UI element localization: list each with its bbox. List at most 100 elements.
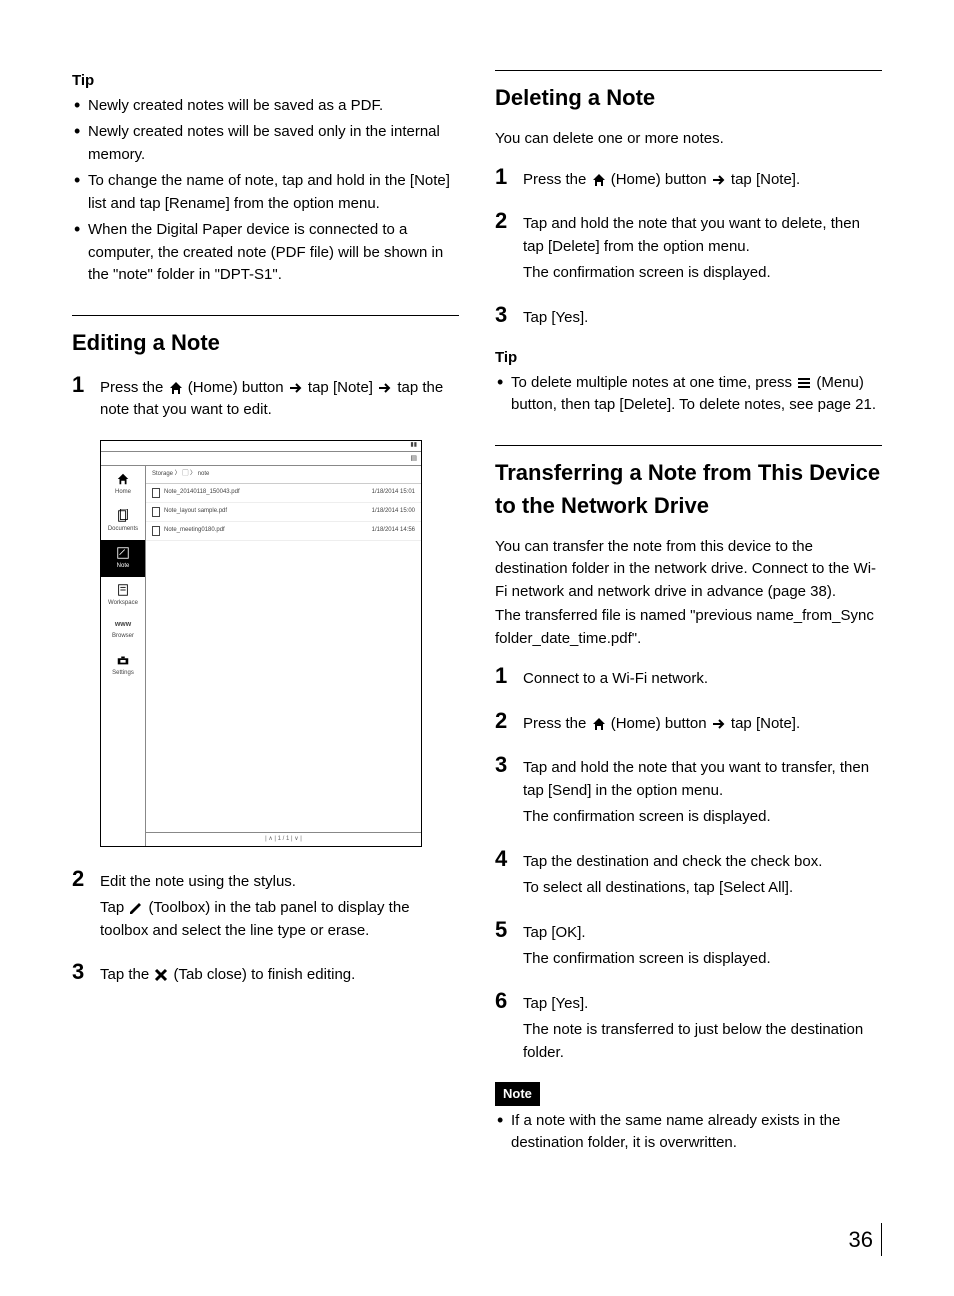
step-body: Edit the note using the stylus. Tap (Too… (100, 867, 459, 947)
text: Edit the note using the stylus. (100, 871, 459, 894)
deleting-heading: Deleting a Note (495, 81, 882, 114)
text: (Toolbox) in the tab panel to display th… (100, 899, 410, 939)
step-number: 3 (495, 753, 523, 777)
text: The confirmation screen is displayed. (523, 806, 882, 829)
device-content: Storage 〉 ▢ 〉 note Note_20140118_150043.… (146, 466, 421, 846)
text: Tap and hold the note that you want to t… (523, 757, 882, 802)
step-number: 2 (72, 867, 100, 891)
sidebar-workspace: Workspace (101, 577, 145, 614)
step-number: 4 (495, 847, 523, 871)
editing-heading: Editing a Note (72, 326, 459, 359)
step-number: 1 (495, 664, 523, 688)
text: To delete multiple notes at one time, pr… (511, 374, 796, 391)
arrow-right-icon (711, 172, 727, 188)
pencil-icon (128, 900, 144, 916)
step-number: 6 (495, 989, 523, 1013)
tab-bar: ▤ (101, 452, 421, 466)
note-list: If a note with the same name already exi… (495, 1110, 882, 1155)
arrow-right-icon (711, 716, 727, 732)
transferring-step-1: 1 Connect to a Wi-Fi network. (495, 664, 882, 695)
tip-item: Newly created notes will be saved as a P… (72, 95, 459, 118)
text: tap [Note]. (731, 171, 800, 188)
text: Connect to a Wi-Fi network. (523, 668, 882, 691)
tip-heading: Tip (72, 70, 459, 93)
left-column: Tip Newly created notes will be saved as… (72, 70, 459, 1183)
transferring-step-2: 2 Press the (Home) button tap [Note]. (495, 709, 882, 740)
step-number: 5 (495, 918, 523, 942)
menu-icon (796, 375, 812, 391)
tip-item: To delete multiple notes at one time, pr… (495, 372, 882, 417)
device-breadcrumb: Storage 〉 ▢ 〉 note (146, 466, 421, 484)
transferring-step-5: 5 Tap [OK]. The confirmation screen is d… (495, 918, 882, 975)
section-divider (495, 445, 882, 446)
status-bar: ▮▮ (101, 441, 421, 452)
deleting-step-3: 3 Tap [Yes]. (495, 303, 882, 334)
tip-list: Newly created notes will be saved as a P… (72, 95, 459, 287)
transferring-step-6: 6 Tap [Yes]. The note is transferred to … (495, 989, 882, 1069)
text: (Home) button (188, 379, 288, 396)
transferring-step-4: 4 Tap the destination and check the chec… (495, 847, 882, 904)
home-icon (591, 172, 607, 188)
step-number: 3 (495, 303, 523, 327)
right-column: Deleting a Note You can delete one or mo… (495, 70, 882, 1183)
text: Tap (100, 899, 128, 916)
text: tap [Note]. (731, 715, 800, 732)
text: Press the (523, 715, 591, 732)
device-sidebar: Home Documents Note Workspace (101, 466, 146, 846)
sidebar-browser: www Browser (101, 614, 145, 648)
step-number: 2 (495, 209, 523, 233)
tip-item: When the Digital Paper device is connect… (72, 219, 459, 287)
step-number: 1 (72, 373, 100, 397)
tip-list: To delete multiple notes at one time, pr… (495, 372, 882, 417)
text: The confirmation screen is displayed. (523, 262, 882, 285)
transferring-step-3: 3 Tap and hold the note that you want to… (495, 753, 882, 833)
tip-item: To change the name of note, tap and hold… (72, 170, 459, 215)
text: Tap [Yes]. (523, 993, 882, 1016)
device-screenshot: ▮▮ ▤ Home Documents Note (100, 440, 422, 847)
home-icon (168, 380, 184, 396)
deleting-step-2: 2 Tap and hold the note that you want to… (495, 209, 882, 289)
file-row: Note_meeting0180.pdf 1/18/2014 14:56 (146, 522, 421, 541)
transferring-intro: You can transfer the note from this devi… (495, 536, 882, 604)
text: Tap the (100, 966, 153, 983)
text: Tap [OK]. (523, 922, 882, 945)
deleting-step-1: 1 Press the (Home) button tap [Note]. (495, 165, 882, 196)
text: Press the (100, 379, 168, 396)
text: (Home) button (611, 715, 711, 732)
text: The note is transferred to just below th… (523, 1019, 882, 1064)
text: tap [Note] (308, 379, 377, 396)
editing-step-2: 2 Edit the note using the stylus. Tap (T… (72, 867, 459, 947)
step-number: 2 (495, 709, 523, 733)
note-badge: Note (495, 1082, 540, 1106)
step-number: 1 (495, 165, 523, 189)
text: (Home) button (611, 171, 711, 188)
file-row: Note_20140118_150043.pdf 1/18/2014 15:01 (146, 484, 421, 503)
home-icon (591, 716, 607, 732)
sidebar-settings: Settings (101, 647, 145, 684)
text: Press the (523, 171, 591, 188)
text: Tap and hold the note that you want to d… (523, 213, 882, 258)
text: (Tab close) to finish editing. (174, 966, 356, 983)
step-body: Press the (Home) button tap [Note] tap t… (100, 373, 459, 426)
text: To select all destinations, tap [Select … (523, 877, 882, 900)
device-pager: | ∧ | 1 / 1 | ∨ | (146, 832, 421, 846)
deleting-intro: You can delete one or more notes. (495, 128, 882, 151)
text: Tap the destination and check the check … (523, 851, 882, 874)
step-body: Tap the (Tab close) to finish editing. (100, 960, 459, 991)
sidebar-note: Note (101, 540, 145, 577)
sidebar-documents: Documents (101, 503, 145, 540)
file-row: Note_layout sample.pdf 1/18/2014 15:00 (146, 503, 421, 522)
section-divider (495, 70, 882, 71)
transferring-intro: The transferred file is named "previous … (495, 605, 882, 650)
page-columns: Tip Newly created notes will be saved as… (72, 70, 882, 1183)
tip-item: Newly created notes will be saved only i… (72, 121, 459, 166)
page-number: 36 (72, 1223, 882, 1256)
arrow-right-icon (288, 380, 304, 396)
step-number: 3 (72, 960, 100, 984)
editing-step-3: 3 Tap the (Tab close) to finish editing. (72, 960, 459, 991)
tip-heading: Tip (495, 347, 882, 370)
section-divider (72, 315, 459, 316)
text: Tap [Yes]. (523, 307, 882, 330)
transferring-heading: Transferring a Note from This Device to … (495, 456, 882, 522)
text: The confirmation screen is displayed. (523, 948, 882, 971)
